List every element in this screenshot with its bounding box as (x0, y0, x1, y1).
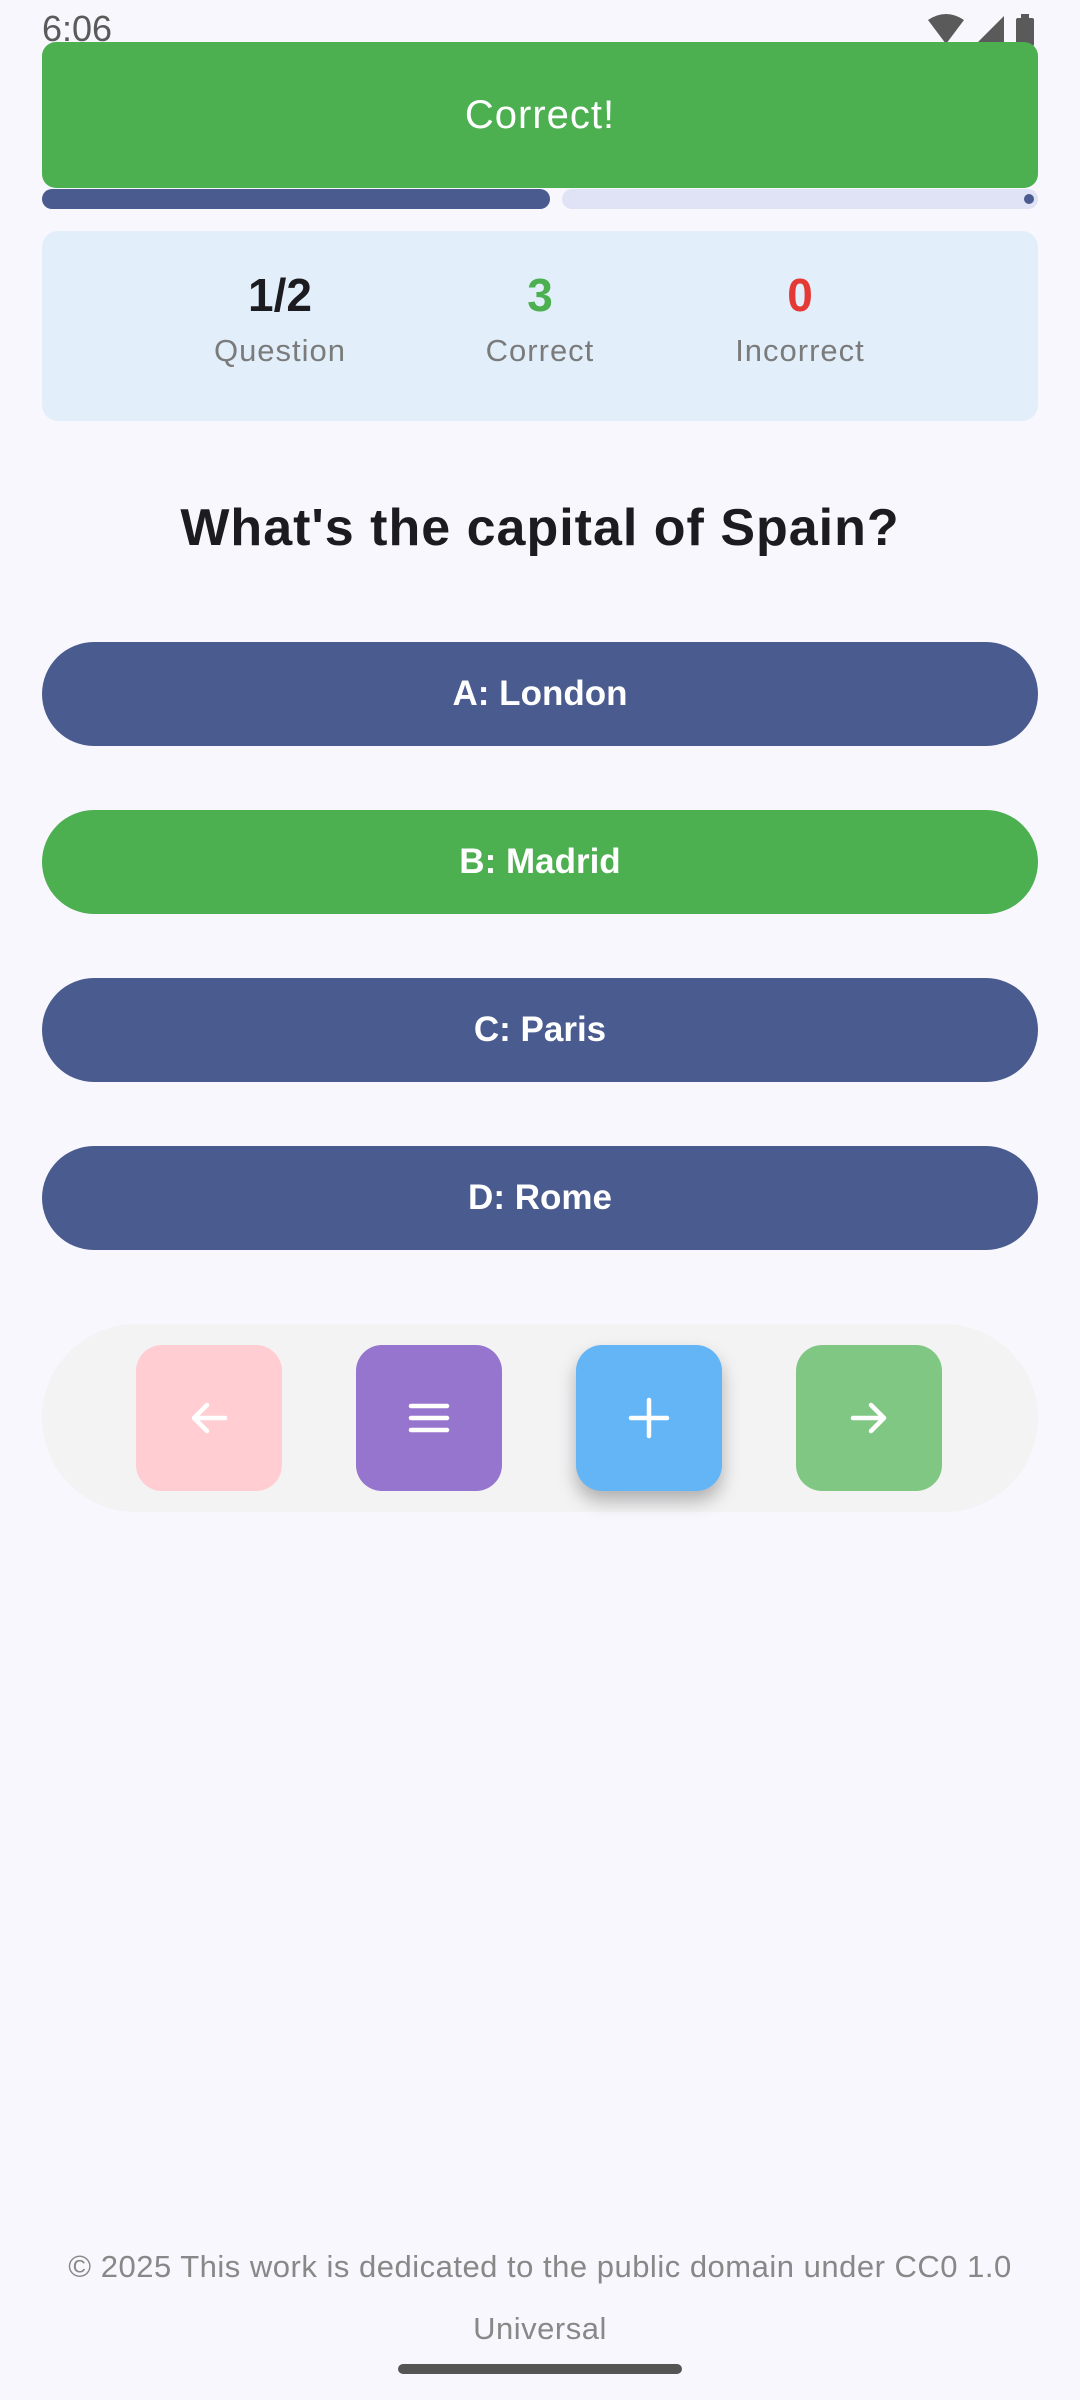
question-text: What's the capital of Spain? (180, 499, 900, 557)
previous-button[interactable] (136, 1345, 282, 1491)
feedback-banner: Correct! (42, 42, 1038, 188)
stat-question-label: Question (213, 333, 347, 368)
stat-correct-value: 3 (527, 269, 553, 321)
stat-incorrect: 0 Incorrect (680, 267, 920, 369)
menu-button[interactable] (356, 1345, 502, 1491)
arrow-left-icon (191, 1402, 228, 1434)
license-footer: © 2025 This work is dedicated to the pub… (68, 2249, 1012, 2346)
wifi-icon (928, 14, 964, 44)
menu-icon (408, 1403, 450, 1433)
progress-end-dot (1024, 194, 1034, 204)
answer-button-b[interactable]: B: Madrid (42, 810, 1038, 914)
stat-incorrect-value: 0 (787, 269, 813, 321)
answer-button-a[interactable]: A: London (42, 642, 1038, 746)
quiz-progress-bar (42, 189, 1038, 209)
answer-button-d[interactable]: D: Rome (42, 1146, 1038, 1250)
stat-correct: 3 Correct (420, 267, 660, 369)
home-indicator[interactable] (398, 2364, 682, 2374)
stat-correct-label: Correct (485, 333, 595, 368)
action-toolbar (42, 1324, 1038, 1512)
plus-icon (628, 1397, 670, 1439)
progress-remaining (562, 189, 1038, 209)
stats-card: 1/2 Question 3 Correct 0 Incorrect (42, 231, 1038, 421)
arrow-right-icon (850, 1402, 887, 1434)
progress-fill (42, 189, 550, 209)
stat-question: 1/2 Question (160, 267, 400, 369)
next-button[interactable] (796, 1345, 942, 1491)
stat-question-value: 1/2 (248, 269, 312, 321)
add-button[interactable] (576, 1345, 722, 1491)
answer-button-c[interactable]: C: Paris (42, 978, 1038, 1082)
stat-incorrect-label: Incorrect (735, 333, 865, 368)
